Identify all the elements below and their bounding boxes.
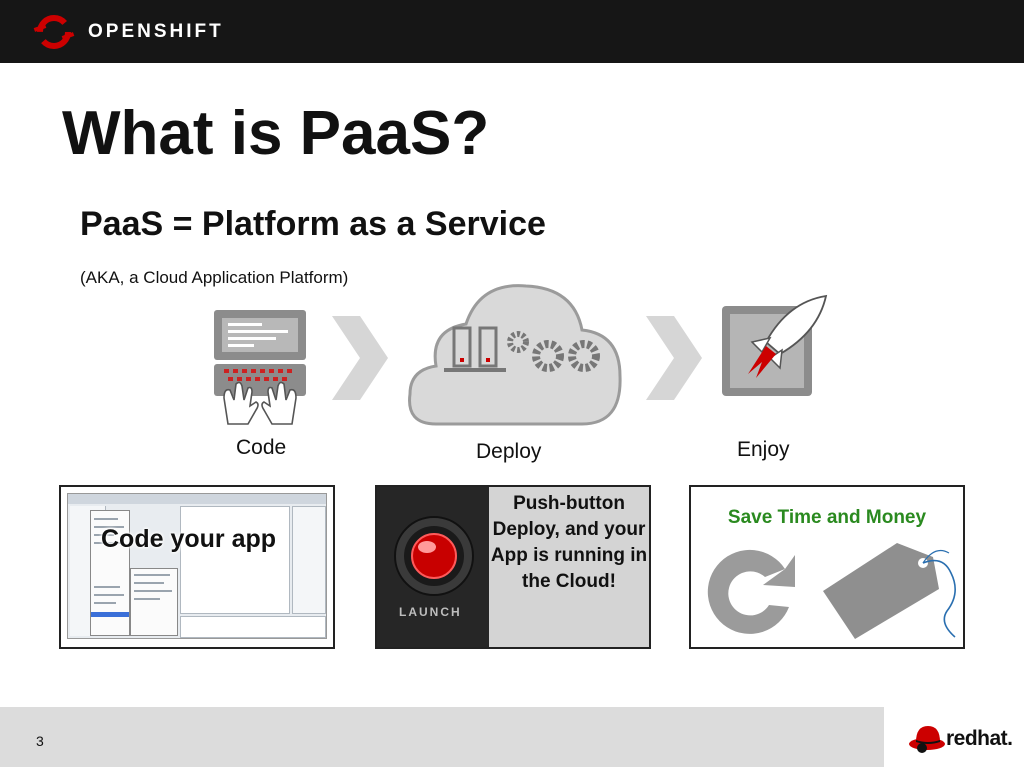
- price-tag-icon: [823, 543, 956, 639]
- aka-note: (AKA, a Cloud Application Platform): [80, 268, 349, 287]
- page-number: 3: [36, 733, 44, 749]
- slide-title: What is PaaS?: [62, 99, 490, 168]
- flow-label-enjoy: Enjoy: [737, 438, 790, 461]
- launch-button-icon: [394, 516, 474, 596]
- launch-panel: LAUNCH Push-button Deploy, and your App …: [375, 485, 651, 649]
- keyboard-code-icon: [214, 310, 306, 425]
- redhat-shadowman-icon: [909, 726, 945, 753]
- openshift-logo-icon: [33, 15, 75, 49]
- slide-subtitle: PaaS = Platform as a Service: [80, 205, 546, 243]
- flow-label-code: Code: [236, 436, 287, 459]
- brand-name: OPENSHIFT: [88, 21, 224, 42]
- chevron-right-arrow-icon: [646, 316, 702, 400]
- code-panel: Code your app: [59, 485, 335, 649]
- save-time-money-text: Save Time and Money: [727, 507, 927, 528]
- rocket-icon: [722, 294, 828, 396]
- cloud-gears-icon: [408, 284, 622, 426]
- clock-arrow-icon: [707, 549, 795, 634]
- chevron-right-arrow-icon: [332, 316, 388, 400]
- ide-screenshot: [67, 493, 327, 639]
- code-your-app-caption: Code your app: [101, 525, 277, 553]
- header-bar: OPENSHIFT: [0, 0, 1024, 63]
- push-button-deploy-text: Push-button Deploy, and your App is runn…: [490, 493, 648, 592]
- save-panel: Save Time and Money: [689, 485, 965, 649]
- footer-bar: [0, 707, 1024, 767]
- launch-button-label: LAUNCH: [399, 605, 462, 619]
- redhat-wordmark: redhat.: [946, 727, 1013, 750]
- flow-label-deploy: Deploy: [476, 440, 542, 463]
